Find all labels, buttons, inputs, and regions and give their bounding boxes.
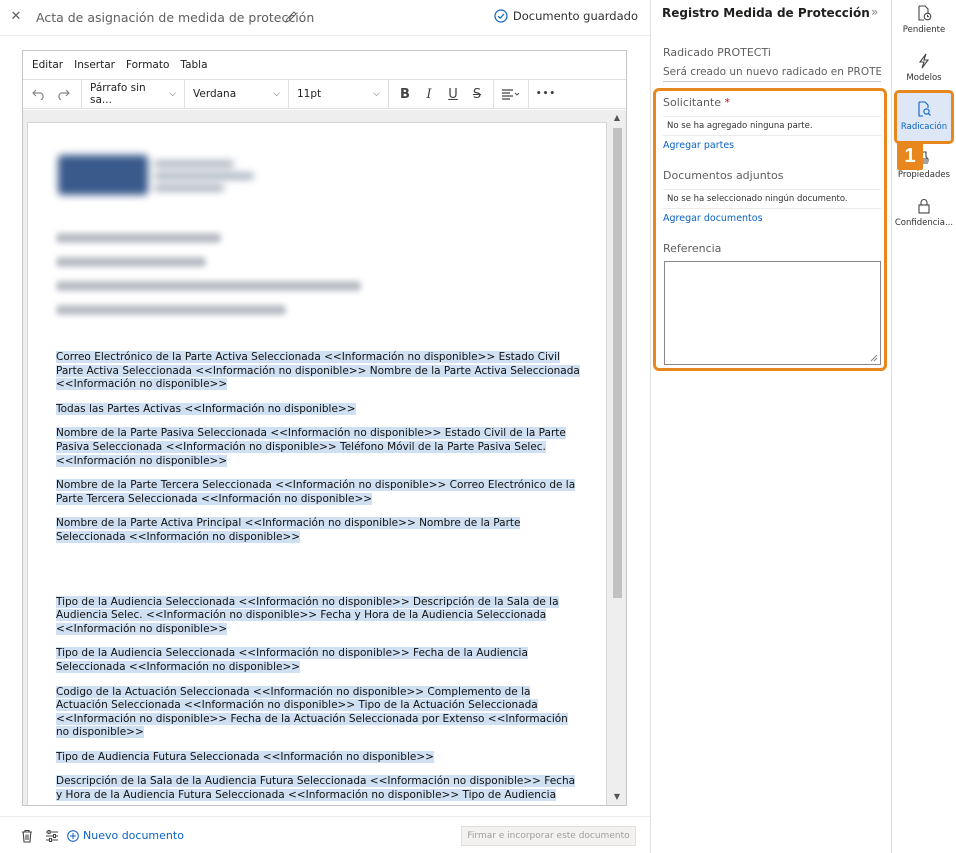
editor-scrollbar[interactable]: ▲ ▼ <box>611 112 623 803</box>
menu-formato[interactable]: Formato <box>126 59 169 71</box>
document-header: ✕ Acta de asignación de medida de protec… <box>0 0 650 36</box>
scrollbar-thumb[interactable] <box>613 128 622 598</box>
attached-docs-label: Documentos adjuntos <box>663 169 784 182</box>
scroll-up-icon[interactable]: ▲ <box>611 112 623 124</box>
font-family-select[interactable]: Verdana ⌵ <box>185 79 289 109</box>
document-paragraph: Tipo de la Audiencia Seleccionada <<Info… <box>56 647 528 673</box>
strikethrough-button[interactable]: S <box>465 82 489 106</box>
document-paragraph: Descripción de la Sala de la Audiencia F… <box>56 775 576 802</box>
redacted-line <box>56 305 286 315</box>
chevron-down-icon: ⌵ <box>273 89 280 99</box>
document-paragraph: Tipo de la Audiencia Seleccionada <<Info… <box>56 595 559 635</box>
solicitante-label: Solicitante * <box>663 96 731 109</box>
font-family-value: Verdana <box>193 88 237 100</box>
redacted-line <box>56 233 221 243</box>
pending-doc-icon <box>918 5 932 21</box>
blurred-logo <box>58 151 258 199</box>
editor-menubar: Editar Insertar Formato Tabla <box>23 51 626 79</box>
rail-item-confidencialidad[interactable]: Confidencia... <box>892 198 956 228</box>
document-page[interactable]: Correo Electrónico de la Parte Activa Se… <box>27 122 607 805</box>
step-badge: 1 <box>897 142 923 170</box>
font-size-select[interactable]: 11pt ⌵ <box>289 79 389 109</box>
resize-grip-icon[interactable] <box>870 354 878 362</box>
document-paragraph: Nombre de la Parte Activa Principal <<In… <box>56 517 521 543</box>
align-left-icon[interactable] <box>494 82 528 106</box>
menu-tabla[interactable]: Tabla <box>180 59 207 71</box>
new-document-button[interactable]: Nuevo documento <box>67 829 184 842</box>
block-format-select[interactable]: Párrafo sin sa... ⌵ <box>81 79 185 109</box>
save-status: Documento guardado <box>494 9 638 23</box>
add-parties-link[interactable]: Agregar partes <box>663 140 734 151</box>
registration-panel: Registro Medida de Protección » Radicado… <box>651 0 891 853</box>
document-body[interactable]: Correo Electrónico de la Parte Activa Se… <box>56 351 581 805</box>
side-icon-rail: Pendiente Modelos Radicación Propiedades… <box>892 0 956 853</box>
italic-button[interactable]: I <box>417 82 441 106</box>
reference-label: Referencia <box>663 242 722 255</box>
reference-textarea[interactable] <box>664 261 881 365</box>
save-status-text: Documento guardado <box>512 9 638 23</box>
solicitante-list: No se ha agregado ninguna parte. <box>663 116 881 136</box>
check-circle-icon <box>494 9 508 23</box>
attached-docs-list: No se ha seleccionado ningún documento. <box>663 189 881 209</box>
document-paragraph: Tipo de Audiencia Futura Seleccionada <<… <box>56 750 434 763</box>
document-paragraph: Nombre de la Parte Tercera Seleccionada … <box>56 479 576 505</box>
editor-toolbar: Párrafo sin sa... ⌵ Verdana ⌵ 11pt ⌵ B I… <box>23 79 626 109</box>
rich-text-editor: Editar Insertar Formato Tabla Párrafo si… <box>22 50 627 806</box>
lock-icon <box>918 199 930 214</box>
editor-canvas[interactable]: Correo Electrónico de la Parte Activa Se… <box>23 110 626 805</box>
underline-button[interactable]: U <box>441 82 465 106</box>
pencil-icon[interactable] <box>284 10 298 24</box>
document-footer: Nuevo documento Firmar e incorporar este… <box>0 816 650 853</box>
font-size-value: 11pt <box>297 88 322 100</box>
rail-item-radicacion[interactable]: Radicación <box>894 90 954 144</box>
sign-and-incorporate-button[interactable]: Firmar e incorporar este documento <box>461 826 636 846</box>
redacted-line <box>56 257 206 267</box>
redacted-line <box>56 281 361 291</box>
sliders-icon[interactable] <box>45 829 59 843</box>
lightning-icon <box>918 53 930 69</box>
more-options-button[interactable]: ••• <box>529 82 563 106</box>
chevron-down-icon: ⌵ <box>373 89 380 99</box>
bold-button[interactable]: B <box>393 82 417 106</box>
redo-icon[interactable] <box>51 82 75 106</box>
rail-item-modelos[interactable]: Modelos <box>892 53 956 83</box>
panel-title: Registro Medida de Protección <box>662 6 870 20</box>
radicado-label: Radicado PROTECTi <box>663 46 771 59</box>
close-icon[interactable]: ✕ <box>9 10 23 24</box>
menu-insertar[interactable]: Insertar <box>74 59 115 71</box>
rail-item-pendiente[interactable]: Pendiente <box>892 5 956 35</box>
radicado-value: Será creado un nuevo radicado en PROTECT… <box>663 66 881 82</box>
undo-icon[interactable] <box>27 82 51 106</box>
doc-search-icon <box>918 101 931 117</box>
required-marker: * <box>724 96 731 109</box>
collapse-panel-icon[interactable]: » <box>871 5 878 19</box>
document-paragraph: Nombre de la Parte Pasiva Seleccionada <… <box>56 427 566 467</box>
add-documents-link[interactable]: Agregar documentos <box>663 213 763 224</box>
document-paragraph: Todas las Partes Activas <<Información n… <box>56 402 356 415</box>
scroll-down-icon[interactable]: ▼ <box>611 791 623 803</box>
new-document-label: Nuevo documento <box>83 829 184 842</box>
plus-circle-icon <box>67 829 79 842</box>
block-format-value: Párrafo sin sa... <box>90 82 146 106</box>
trash-icon[interactable] <box>20 829 34 843</box>
document-title: Acta de asignación de medida de protecci… <box>36 10 315 25</box>
menu-editar[interactable]: Editar <box>32 59 63 71</box>
document-paragraph: Correo Electrónico de la Parte Activa Se… <box>56 351 580 391</box>
chevron-down-icon: ⌵ <box>169 89 176 99</box>
document-paragraph: Codigo de la Actuación Seleccionada <<In… <box>56 685 568 739</box>
